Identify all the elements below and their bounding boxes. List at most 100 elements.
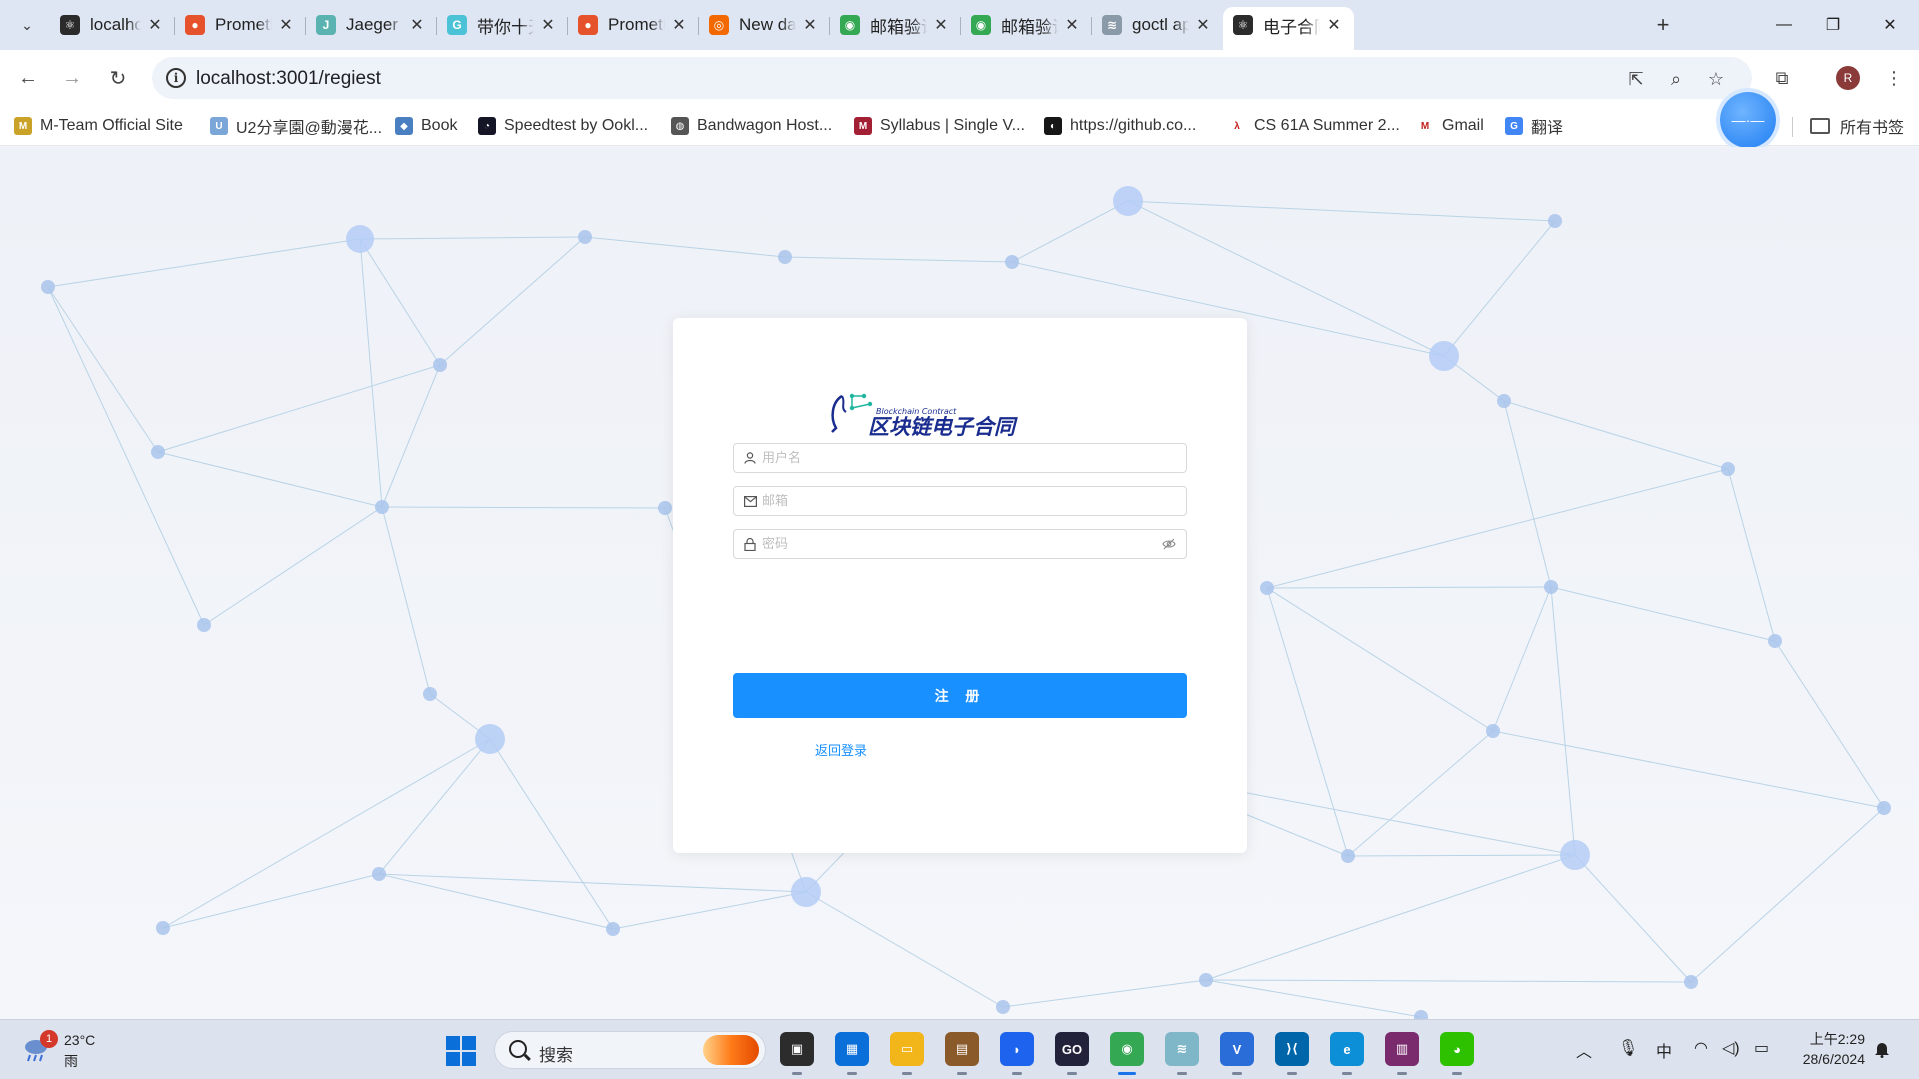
wechat-icon[interactable]: ◕: [1440, 1032, 1474, 1066]
site-info-icon[interactable]: i: [166, 68, 186, 88]
tab-search-chevron-icon[interactable]: ⌄: [12, 10, 42, 40]
network-edge: [162, 873, 380, 929]
bookmark-5[interactable]: ◍ Bandwagon Host...: [671, 114, 832, 138]
username-field[interactable]: [733, 443, 1187, 473]
tab-3[interactable]: J Jaeger UI✕: [306, 7, 437, 43]
volume-icon[interactable]: ◁): [1722, 1038, 1740, 1058]
browser-toolbar: ← → ↻ i localhost:3001/regiest ⇱ ⌕ ☆ ⧉ R…: [0, 50, 1919, 106]
eye-invisible-icon[interactable]: [1161, 536, 1177, 552]
gozero-icon[interactable]: ≋: [1165, 1032, 1199, 1066]
close-tab-icon[interactable]: ✕: [1324, 15, 1344, 35]
taskbar-search[interactable]: 搜索: [494, 1031, 766, 1069]
close-tab-icon[interactable]: ✕: [800, 15, 820, 35]
menu-kebab-icon[interactable]: ⋮: [1880, 64, 1908, 92]
show-hidden-icons-chevron-icon[interactable]: ︿: [1576, 1038, 1592, 1062]
bookmark-1[interactable]: M M-Team Official Site: [14, 114, 183, 138]
vim-icon[interactable]: V: [1220, 1032, 1254, 1066]
network-node: [1005, 255, 1019, 269]
tab-10[interactable]: ⚛ 电子合同系✕: [1223, 7, 1354, 50]
network-node: [1548, 214, 1562, 228]
bookmark-3[interactable]: ◆ Book: [395, 114, 457, 138]
taskbar: 1 23°C 雨 搜索 ▣ ▦ ▭ ▤ ◗ GO ◉ ≋ V ⟩⟨ e ▥ ◕ ︿ 🎙︎ 中 ◠ ◁) …: [0, 1019, 1919, 1079]
chrome-icon[interactable]: ◉: [1110, 1032, 1144, 1066]
network-edge: [1503, 400, 1552, 588]
file-explorer-icon[interactable]: ▭: [890, 1032, 924, 1066]
bookmark-label: CS 61A Summer 2...: [1254, 117, 1400, 134]
close-tab-icon[interactable]: ✕: [669, 15, 689, 35]
windows-start-icon[interactable]: [446, 1036, 476, 1066]
close-tab-icon[interactable]: ✕: [407, 15, 427, 35]
close-tab-icon[interactable]: ✕: [931, 15, 951, 35]
restore-button[interactable]: ❐: [1803, 0, 1863, 50]
password-field[interactable]: [733, 529, 1187, 559]
bookmark-2[interactable]: U U2分享園@動漫花...: [210, 114, 382, 138]
forward-arrow-icon[interactable]: →: [56, 62, 88, 94]
tab-8[interactable]: ◉ 邮箱验证码✕: [961, 7, 1092, 43]
tab-7[interactable]: ◉ 邮箱验证码✕: [830, 7, 961, 43]
ime-indicator[interactable]: 中: [1656, 1038, 1672, 1062]
back-to-login-link[interactable]: 返回登录: [815, 740, 867, 759]
register-button[interactable]: 注 册: [733, 673, 1187, 718]
bookmark-10[interactable]: G 翻译: [1505, 114, 1563, 138]
email-field[interactable]: [733, 486, 1187, 516]
network-node: [1877, 801, 1891, 815]
bookmark-label: Gmail: [1442, 117, 1484, 134]
tab-1[interactable]: ⚛ localhost✕: [50, 7, 175, 43]
winrar-icon[interactable]: ▥: [1385, 1032, 1419, 1066]
network-node: [578, 230, 592, 244]
network-edge: [1492, 586, 1552, 732]
close-tab-icon[interactable]: ✕: [1062, 15, 1082, 35]
lock-icon: [743, 536, 757, 552]
tab-5[interactable]: ● Promethe✕: [568, 7, 699, 43]
network-node: [1544, 580, 1558, 594]
new-tab-button[interactable]: +: [1648, 10, 1678, 40]
folder-icon: [1810, 118, 1830, 134]
microphone-icon[interactable]: 🎙︎: [1618, 1038, 1638, 1058]
close-tab-icon[interactable]: ✕: [145, 15, 165, 35]
email-input[interactable]: [762, 491, 1142, 511]
address-bar[interactable]: i localhost:3001/regiest ⇱ ⌕ ☆: [152, 57, 1752, 99]
zoom-icon[interactable]: ⌕: [1664, 67, 1688, 91]
notification-bell-icon[interactable]: [1874, 1040, 1890, 1058]
back-arrow-icon[interactable]: ←: [12, 62, 44, 94]
tab-2[interactable]: ● Promethe✕: [175, 7, 306, 43]
extensions-puzzle-icon[interactable]: ⧉: [1768, 64, 1796, 92]
goland-icon[interactable]: GO: [1055, 1032, 1089, 1066]
bookmarks-bar: 所有书签 M M-Team Official Site U U2分享園@動漫花... ◆…: [0, 106, 1919, 146]
weather-widget[interactable]: 1 23°C 雨: [22, 1030, 142, 1070]
tab-6[interactable]: ◎ New dash✕: [699, 7, 830, 43]
network-edge: [381, 506, 666, 509]
password-input[interactable]: [762, 534, 1142, 554]
bookmark-6[interactable]: M Syllabus | Single V...: [854, 114, 1025, 138]
battery-icon[interactable]: ▭: [1754, 1038, 1769, 1058]
bookmark-star-icon[interactable]: ☆: [1704, 67, 1728, 91]
running-indicator: [1342, 1072, 1352, 1075]
profile-avatar[interactable]: R: [1836, 66, 1860, 90]
edge-icon[interactable]: e: [1330, 1032, 1364, 1066]
close-tab-icon[interactable]: ✕: [538, 15, 558, 35]
close-window-button[interactable]: ✕: [1860, 0, 1919, 50]
bookmark-label: Bandwagon Host...: [697, 117, 833, 134]
package-icon[interactable]: ▤: [945, 1032, 979, 1066]
url-text[interactable]: localhost:3001/regiest: [196, 68, 381, 90]
running-indicator: [957, 1072, 967, 1075]
tab-9[interactable]: ≋ goctl api ✕: [1092, 7, 1223, 43]
store-icon[interactable]: ▦: [835, 1032, 869, 1066]
docker-icon[interactable]: ◗: [1000, 1032, 1034, 1066]
username-input[interactable]: [762, 448, 1142, 468]
all-bookmarks-folder[interactable]: 所有书签: [1810, 114, 1904, 138]
tab-4[interactable]: G 带你十天轻✕: [437, 7, 568, 43]
close-tab-icon[interactable]: ✕: [1193, 15, 1213, 35]
reload-icon[interactable]: ↻: [102, 62, 134, 94]
bookmark-4[interactable]: ◔ Speedtest by Ookl...: [478, 114, 648, 138]
task-view-icon[interactable]: ▣: [780, 1032, 814, 1066]
floating-assistant-ball[interactable]: —·—: [1720, 92, 1776, 148]
bookmark-7[interactable]: ◐ https://github.co...: [1044, 114, 1196, 138]
wifi-icon[interactable]: ◠: [1694, 1038, 1708, 1058]
vscode-icon[interactable]: ⟩⟨: [1275, 1032, 1309, 1066]
close-tab-icon[interactable]: ✕: [276, 15, 296, 35]
system-clock[interactable]: 上午2:29 28/6/2024: [1795, 1029, 1865, 1069]
open-in-app-icon[interactable]: ⇱: [1624, 67, 1648, 91]
bookmark-8[interactable]: λ CS 61A Summer 2...: [1228, 114, 1400, 138]
bookmark-9[interactable]: M Gmail: [1416, 114, 1484, 138]
